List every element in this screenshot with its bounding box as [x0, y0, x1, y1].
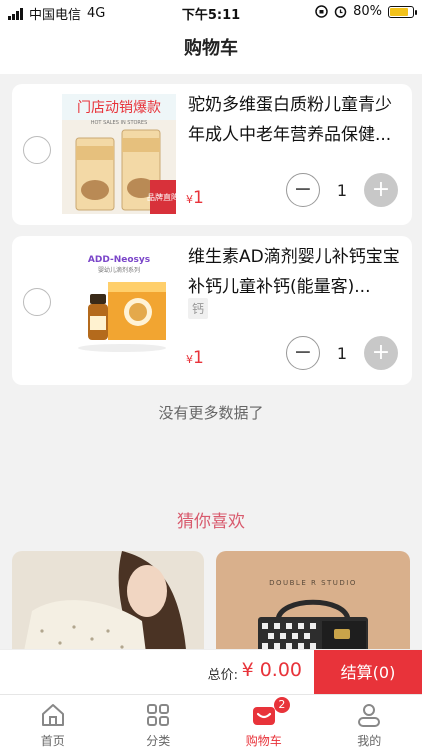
tab-category[interactable]: 分类 [106, 695, 212, 750]
no-more-data-text: 没有更多数据了 [158, 404, 264, 422]
tab-profile[interactable]: 我的 [317, 695, 422, 750]
tab-cart[interactable]: 2 购物车 [211, 695, 317, 750]
select-checkbox[interactable] [23, 288, 51, 316]
image-badge-text: 品牌直降 [147, 192, 176, 202]
cart-item: 门店动销爆款 HOT SALES IN STORES 品牌直降 驼奶多维蛋白质粉… [12, 84, 412, 225]
total-value: ¥ 0.00 [241, 659, 302, 681]
quantity-value[interactable]: 1 [320, 181, 364, 200]
home-icon [41, 704, 64, 726]
image-subtitle-text: 婴幼儿滴剂系列 [98, 266, 140, 274]
spec-tag: 钙 [188, 298, 209, 319]
price-value: 1 [193, 348, 204, 368]
decrease-button[interactable]: − [286, 173, 320, 207]
battery-percent: 80% [353, 4, 382, 19]
battery-icon [388, 5, 417, 18]
checkout-bar: 总价: ¥ 0.00 结算(0) [0, 649, 422, 695]
total-label: 总价: [207, 668, 238, 683]
decrease-button[interactable]: − [286, 336, 320, 370]
quantity-stepper: − 1 + [286, 173, 398, 207]
recommend-image [12, 551, 204, 661]
select-checkbox[interactable] [23, 136, 51, 164]
recommend-card[interactable]: DOUBLE R STUDIO [216, 551, 410, 661]
tab-label: 购物车 [245, 734, 282, 748]
status-right: 80% [315, 4, 417, 19]
grid-icon [147, 704, 170, 726]
increase-button[interactable]: + [364, 173, 398, 207]
quantity-stepper: − 1 + [286, 336, 398, 370]
tab-label: 分类 [146, 734, 171, 748]
cart-item: ADD-Neosys 婴幼儿滴剂系列 维生素AD滴剂婴儿补钙宝宝补钙儿童补钙(能… [12, 236, 412, 385]
increase-button[interactable]: + [364, 336, 398, 370]
image-brand-text: ADD-Neosys [88, 255, 150, 265]
price-symbol: ¥ [186, 193, 193, 206]
product-price: ¥1 [186, 348, 204, 368]
recommend-card-text: DOUBLE R STUDIO [269, 579, 357, 587]
user-icon [358, 704, 381, 727]
product-title[interactable]: 维生素AD滴剂婴儿补钙宝宝补钙儿童补钙(能量客)... [188, 242, 400, 302]
image-banner-text: 门店动销爆款 [77, 100, 161, 116]
product-image[interactable]: ADD-Neosys 婴幼儿滴剂系列 [62, 250, 176, 370]
checkout-button[interactable]: 结算(0) [314, 650, 422, 695]
price-symbol: ¥ [186, 353, 193, 366]
recommend-title: 猜你喜欢 [177, 512, 245, 532]
product-price: ¥1 [186, 188, 204, 208]
alarm-icon [334, 6, 347, 18]
image-subtitle-text: HOT SALES IN STORES [91, 120, 148, 126]
tab-label: 我的 [357, 734, 382, 748]
tab-home[interactable]: 首页 [0, 695, 106, 750]
recommend-card[interactable] [12, 551, 204, 661]
price-value: 1 [193, 188, 204, 208]
cart-count-badge: 2 [273, 697, 290, 713]
product-image[interactable]: 门店动销爆款 HOT SALES IN STORES 品牌直降 [62, 94, 176, 214]
page-title: 购物车 [0, 24, 422, 74]
rotation-lock-icon [315, 5, 328, 18]
tab-label: 首页 [40, 734, 65, 748]
status-bar: 中国电信 4G 下午5:11 80% [0, 0, 422, 24]
product-title[interactable]: 驼奶多维蛋白质粉儿童青少年成人中老年营养品保健... [188, 90, 400, 150]
quantity-value[interactable]: 1 [320, 344, 364, 363]
tab-bar: 首页 分类 2 购物车 我的 [0, 694, 422, 750]
recommend-image: DOUBLE R STUDIO [216, 551, 410, 661]
